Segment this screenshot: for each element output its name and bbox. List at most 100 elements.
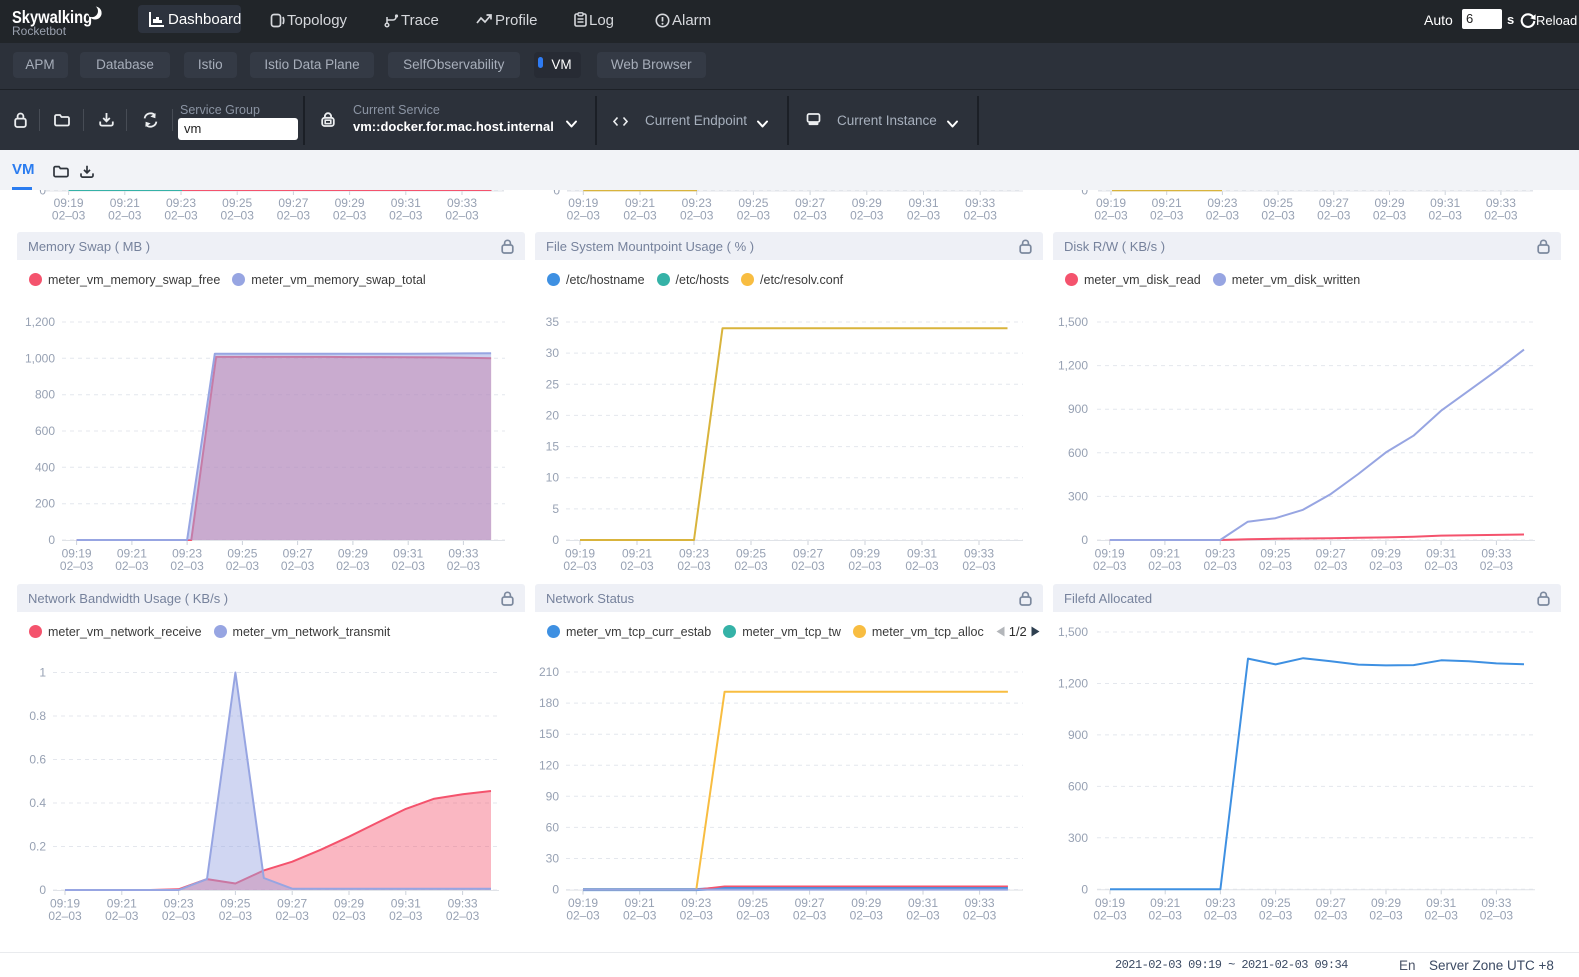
svg-text:90: 90 — [546, 789, 560, 803]
svg-text:600: 600 — [1068, 446, 1088, 460]
svg-text:02–03: 02–03 — [277, 209, 311, 223]
svg-text:02–03: 02–03 — [1424, 559, 1458, 573]
svg-text:0: 0 — [552, 533, 559, 547]
svg-text:02–03: 02–03 — [447, 559, 481, 573]
svg-text:0: 0 — [39, 190, 46, 198]
svg-text:02–03: 02–03 — [623, 909, 657, 923]
svg-text:02–03: 02–03 — [736, 909, 770, 923]
svg-text:02–03: 02–03 — [1429, 209, 1463, 223]
svg-text:02–03: 02–03 — [1425, 908, 1459, 922]
svg-text:15: 15 — [546, 440, 560, 454]
svg-text:20: 20 — [546, 408, 560, 422]
svg-text:0.8: 0.8 — [29, 709, 46, 723]
svg-text:02–03: 02–03 — [115, 559, 149, 573]
svg-text:210: 210 — [539, 665, 559, 679]
svg-text:300: 300 — [1068, 489, 1088, 503]
svg-text:02–03: 02–03 — [1093, 559, 1127, 573]
svg-text:02–03: 02–03 — [1150, 209, 1184, 223]
svg-text:02–03: 02–03 — [1204, 559, 1238, 573]
svg-text:02–03: 02–03 — [620, 559, 654, 573]
svg-text:02–03: 02–03 — [226, 559, 260, 573]
svg-text:02–03: 02–03 — [60, 559, 94, 573]
svg-text:02–03: 02–03 — [1204, 908, 1238, 922]
svg-text:02–03: 02–03 — [1317, 209, 1351, 223]
svg-text:02–03: 02–03 — [1259, 908, 1293, 922]
svg-text:02–03: 02–03 — [48, 909, 82, 923]
svg-text:02–03: 02–03 — [170, 559, 204, 573]
svg-text:0: 0 — [552, 883, 559, 897]
svg-text:02–03: 02–03 — [1149, 908, 1183, 922]
svg-text:02–03: 02–03 — [164, 209, 198, 223]
svg-text:02–03: 02–03 — [1261, 209, 1295, 223]
svg-text:02–03: 02–03 — [1094, 209, 1128, 223]
svg-text:10: 10 — [546, 471, 560, 485]
svg-text:1,500: 1,500 — [1058, 315, 1088, 329]
svg-text:02–03: 02–03 — [336, 559, 370, 573]
svg-text:1,200: 1,200 — [1058, 359, 1088, 373]
svg-text:02–03: 02–03 — [52, 209, 86, 223]
svg-text:02–03: 02–03 — [1480, 559, 1514, 573]
svg-text:02–03: 02–03 — [1206, 209, 1240, 223]
svg-text:02–03: 02–03 — [680, 209, 714, 223]
svg-text:02–03: 02–03 — [333, 209, 367, 223]
svg-text:0.6: 0.6 — [29, 753, 46, 767]
svg-text:02–03: 02–03 — [1148, 559, 1182, 573]
svg-text:02–03: 02–03 — [623, 209, 657, 223]
svg-text:35: 35 — [546, 315, 560, 329]
svg-text:02–03: 02–03 — [962, 559, 996, 573]
svg-text:02–03: 02–03 — [793, 909, 827, 923]
svg-text:600: 600 — [1068, 779, 1088, 793]
svg-text:02–03: 02–03 — [964, 209, 998, 223]
svg-text:0: 0 — [1081, 882, 1088, 896]
svg-text:1,500: 1,500 — [1058, 625, 1088, 639]
svg-text:02–03: 02–03 — [219, 909, 253, 923]
svg-text:02–03: 02–03 — [791, 559, 825, 573]
svg-text:02–03: 02–03 — [566, 909, 600, 923]
svg-text:02–03: 02–03 — [446, 909, 480, 923]
svg-text:02–03: 02–03 — [108, 209, 142, 223]
svg-text:30: 30 — [546, 346, 560, 360]
svg-text:25: 25 — [546, 377, 560, 391]
svg-text:0: 0 — [39, 883, 46, 897]
svg-text:02–03: 02–03 — [963, 909, 997, 923]
svg-text:1,200: 1,200 — [25, 315, 55, 329]
svg-text:1,200: 1,200 — [1058, 677, 1088, 691]
svg-text:02–03: 02–03 — [445, 209, 479, 223]
svg-text:0.2: 0.2 — [29, 840, 46, 854]
svg-text:800: 800 — [35, 388, 55, 402]
svg-text:150: 150 — [539, 727, 559, 741]
svg-text:0: 0 — [48, 533, 55, 547]
svg-text:02–03: 02–03 — [905, 559, 939, 573]
svg-text:600: 600 — [35, 424, 55, 438]
svg-text:02–03: 02–03 — [677, 559, 711, 573]
svg-text:02–03: 02–03 — [734, 559, 768, 573]
svg-text:02–03: 02–03 — [1314, 559, 1348, 573]
svg-text:02–03: 02–03 — [907, 209, 941, 223]
svg-text:02–03: 02–03 — [1369, 559, 1403, 573]
svg-text:1: 1 — [39, 666, 46, 680]
svg-text:02–03: 02–03 — [389, 209, 423, 223]
svg-text:02–03: 02–03 — [276, 909, 310, 923]
svg-text:02–03: 02–03 — [1314, 908, 1348, 922]
svg-text:02–03: 02–03 — [563, 559, 597, 573]
svg-text:1,000: 1,000 — [25, 351, 55, 365]
svg-text:02–03: 02–03 — [906, 909, 940, 923]
svg-text:02–03: 02–03 — [332, 909, 366, 923]
svg-text:02–03: 02–03 — [850, 909, 884, 923]
svg-text:02–03: 02–03 — [850, 209, 884, 223]
svg-text:02–03: 02–03 — [389, 909, 423, 923]
svg-text:02–03: 02–03 — [1093, 908, 1127, 922]
svg-text:900: 900 — [1068, 402, 1088, 416]
svg-text:200: 200 — [35, 497, 55, 511]
svg-text:900: 900 — [1068, 728, 1088, 742]
svg-text:02–03: 02–03 — [1373, 209, 1407, 223]
svg-text:02–03: 02–03 — [281, 559, 315, 573]
svg-text:02–03: 02–03 — [162, 909, 196, 923]
svg-text:180: 180 — [539, 696, 559, 710]
svg-text:0: 0 — [1081, 533, 1088, 547]
svg-text:0: 0 — [1081, 190, 1088, 198]
svg-text:120: 120 — [539, 758, 559, 772]
svg-text:02–03: 02–03 — [1480, 908, 1514, 922]
svg-text:60: 60 — [546, 820, 560, 834]
svg-text:300: 300 — [1068, 831, 1088, 845]
